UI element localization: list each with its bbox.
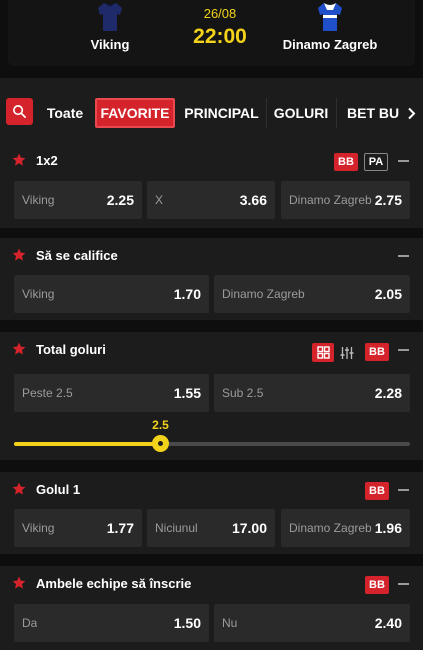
away-team[interactable]: Dinamo Zagreb <box>265 0 395 52</box>
home-team[interactable]: Viking <box>45 0 175 52</box>
goal-line-slider-handle[interactable] <box>152 435 170 452</box>
market-title: Să se califice <box>36 248 118 263</box>
star-icon[interactable] <box>12 248 26 262</box>
home-shirt-icon <box>96 1 124 33</box>
match-header: Viking 26/08 22:00 Dinamo Zagreb <box>8 0 415 66</box>
odd-button[interactable]: Da 1.50 <box>14 604 209 642</box>
market-1x2: 1x2 BB PA Viking 2.25 X 3.66 Dinamo Zagr… <box>0 143 423 228</box>
market-header[interactable]: 1x2 BB PA <box>0 143 423 179</box>
odd-button[interactable]: Sub 2.5 2.28 <box>214 374 410 412</box>
odds-value: 2.28 <box>371 385 402 401</box>
market-header[interactable]: Golul 1 BB <box>0 472 423 508</box>
tab-bet-builder[interactable]: BET BU <box>340 98 400 128</box>
tab-toate[interactable]: Toate <box>40 98 90 128</box>
outcome-label: Dinamo Zagreb <box>222 287 305 301</box>
pa-badge[interactable]: PA <box>364 153 388 171</box>
tab-goluri[interactable]: GOLURI <box>269 98 333 128</box>
odd-button[interactable]: Nu 2.40 <box>214 604 410 642</box>
outcome-label: Viking <box>22 287 55 301</box>
bet-builder-badge[interactable]: BB <box>365 482 389 500</box>
tabs-scroll-right-button[interactable] <box>399 96 423 130</box>
outcome-label: X <box>155 193 164 207</box>
chevron-right-icon <box>407 107 415 119</box>
bet-builder-badge[interactable]: BB <box>334 153 358 171</box>
bet-builder-badge[interactable]: BB <box>365 576 389 594</box>
minus-icon[interactable] <box>398 160 409 162</box>
search-icon <box>13 105 26 118</box>
odd-button[interactable]: Peste 2.5 1.55 <box>14 374 209 412</box>
odds-value: 1.70 <box>170 286 201 302</box>
tab-principal[interactable]: PRINCIPAL <box>180 98 263 128</box>
star-icon[interactable] <box>12 342 26 356</box>
odd-button[interactable]: Viking 2.25 <box>14 181 142 219</box>
minus-icon[interactable] <box>398 489 409 491</box>
outcome-label: Sub 2.5 <box>222 386 264 400</box>
odds-value: 17.00 <box>228 520 267 536</box>
match-time-block: 26/08 22:00 <box>180 6 260 49</box>
odd-button[interactable]: X 3.66 <box>147 181 275 219</box>
minus-icon[interactable] <box>398 583 409 585</box>
outcome-label: Niciunul <box>155 521 198 535</box>
odds-value: 2.75 <box>371 192 402 208</box>
odds-value: 1.50 <box>170 615 201 631</box>
market-title: Ambele echipe să înscrie <box>36 576 192 591</box>
outcome-label: Peste 2.5 <box>22 386 73 400</box>
market-first-goal: Golul 1 BB Viking 1.77 Niciunul 17.00 Di… <box>0 472 423 554</box>
minus-icon[interactable] <box>398 349 409 351</box>
market-both-teams-score: Ambele echipe să înscrie BB Da 1.50 Nu 2… <box>0 566 423 650</box>
outcome-label: Viking <box>22 193 55 207</box>
odd-button[interactable]: Dinamo Zagreb 2.75 <box>281 181 410 219</box>
odds-value: 2.05 <box>371 286 402 302</box>
bet-builder-badge[interactable]: BB <box>365 343 389 361</box>
star-icon[interactable] <box>12 482 26 496</box>
market-header[interactable]: Total goluri BB <box>0 332 423 368</box>
goal-line-value: 2.5 <box>152 418 169 432</box>
goal-line-slider-track[interactable] <box>14 442 410 446</box>
odds-value: 3.66 <box>236 192 267 208</box>
odd-button[interactable]: Dinamo Zagreb 1.96 <box>281 509 410 547</box>
line-view-button[interactable] <box>336 343 358 362</box>
match-time: 22:00 <box>193 25 247 48</box>
market-header[interactable]: Să se califice <box>0 238 423 274</box>
minus-icon[interactable] <box>398 255 409 257</box>
outcome-label: Da <box>22 616 38 630</box>
odds-value: 1.77 <box>103 520 134 536</box>
tab-favorite[interactable]: FAVORITE <box>95 98 175 128</box>
away-team-name: Dinamo Zagreb <box>282 37 378 52</box>
match-date: 26/08 <box>203 6 237 21</box>
home-team-name: Viking <box>90 37 130 52</box>
odd-button[interactable]: Niciunul 17.00 <box>147 509 275 547</box>
odd-button[interactable]: Viking 1.77 <box>14 509 142 547</box>
market-qualify: Să se califice Viking 1.70 Dinamo Zagreb… <box>0 238 423 320</box>
odds-value: 2.40 <box>371 615 402 631</box>
market-title: 1x2 <box>36 153 58 168</box>
search-button[interactable] <box>6 98 33 125</box>
odds-value: 2.25 <box>103 192 134 208</box>
grid-view-button[interactable] <box>312 343 334 362</box>
outcome-label: Dinamo Zagreb <box>289 193 372 207</box>
odd-button[interactable]: Dinamo Zagreb 2.05 <box>214 275 410 313</box>
sliders-icon <box>340 346 354 359</box>
outcome-label: Nu <box>222 616 238 630</box>
tab-separator <box>266 98 267 128</box>
market-header[interactable]: Ambele echipe să înscrie BB <box>0 566 423 602</box>
odd-button[interactable]: Viking 1.70 <box>14 275 209 313</box>
goal-line-slider-fill <box>14 442 161 446</box>
grid-icon <box>316 346 330 359</box>
away-shirt-icon <box>316 1 344 33</box>
odds-value: 1.96 <box>371 520 402 536</box>
market-tabs-bar: Toate FAVORITE PRINCIPAL GOLURI BET BU <box>0 78 423 146</box>
star-icon[interactable] <box>12 153 26 167</box>
market-total-goals: Total goluri BB Peste 2.5 1.55 Sub 2.5 2… <box>0 332 423 460</box>
market-title: Golul 1 <box>36 482 81 497</box>
tab-separator <box>336 98 337 128</box>
outcome-label: Dinamo Zagreb <box>289 521 372 535</box>
outcome-label: Viking <box>22 521 55 535</box>
market-title: Total goluri <box>36 342 106 357</box>
odds-value: 1.55 <box>170 385 201 401</box>
star-icon[interactable] <box>12 576 26 590</box>
